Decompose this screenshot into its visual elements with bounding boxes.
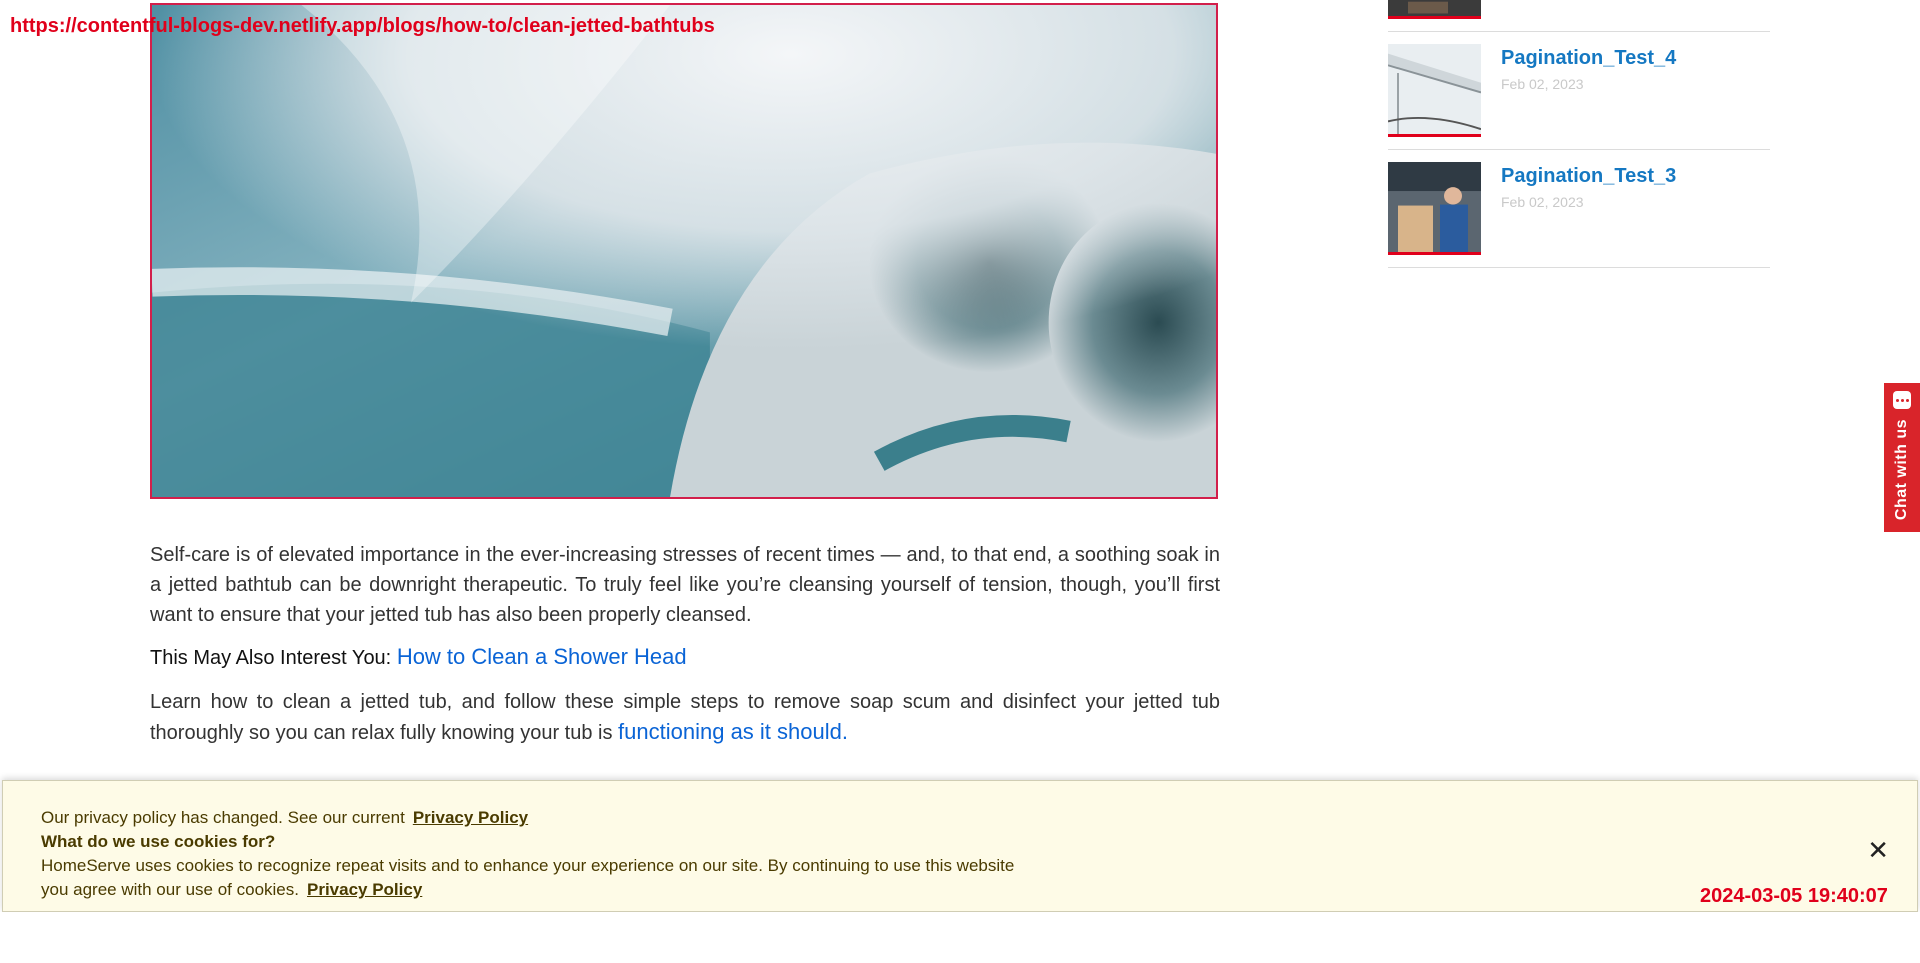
sidebar-post-item[interactable]: Pagination_Test_3 Feb 02, 2023 [1388,150,1770,268]
timestamp-overlay: 2024-03-05 19:40:07 [1700,885,1888,907]
chat-bubble-icon [1893,391,1911,409]
article-paragraph-intro: Self-care is of elevated importance in t… [150,544,1220,626]
cookie-heading: What do we use cookies for? [41,832,276,851]
post-title[interactable]: Pagination_Test_4 [1501,46,1676,70]
post-text: Pagination_Test_4 Feb 02, 2023 [1501,44,1676,92]
hero-image [150,3,1218,499]
related-posts-sidebar: Pagination_Test_4 Feb 02, 2023 Paginatio… [1388,0,1770,268]
article-body: Self-care is of elevated importance in t… [150,540,1220,760]
close-icon[interactable]: ✕ [1867,835,1889,866]
thumbnail-image [1388,0,1481,16]
chat-with-us-tab[interactable]: Chat with us [1884,383,1920,532]
post-thumbnail[interactable] [1388,162,1481,255]
cookie-description: HomeServe uses cookies to recognize repe… [41,854,1031,902]
cookie-description-text: HomeServe uses cookies to recognize repe… [41,856,1015,899]
jetted-tub-image [152,5,1216,497]
post-text: Pagination_Test_3 Feb 02, 2023 [1501,162,1676,210]
post-thumbnail[interactable] [1388,44,1481,137]
cookie-text: Our privacy policy has changed. See our … [41,806,1031,902]
cookie-policy-text: Our privacy policy has changed. See our … [41,808,405,827]
cookie-banner: Our privacy policy has changed. See our … [2,780,1918,912]
shower-head-link[interactable]: How to Clean a Shower Head [397,644,687,669]
sidebar-post-partial[interactable] [1388,0,1770,32]
functioning-link[interactable]: functioning as it should. [618,719,848,744]
sidebar-post-item[interactable]: Pagination_Test_4 Feb 02, 2023 [1388,32,1770,150]
privacy-policy-link-2[interactable]: Privacy Policy [307,880,422,899]
also-interest-label: This May Also Interest You: [150,647,392,669]
post-title[interactable]: Pagination_Test_3 [1501,164,1676,188]
post-date: Feb 02, 2023 [1501,76,1584,92]
page-bottom-area [0,912,1920,963]
url-overlay: https://contentful-blogs-dev.netlify.app… [10,15,715,37]
roof-gutter-image [1388,44,1481,134]
post-date: Feb 02, 2023 [1501,194,1584,210]
technician-image [1388,162,1481,252]
chat-label: Chat with us [1893,419,1910,521]
also-interest-line: This May Also Interest You: How to Clean… [150,642,1220,673]
privacy-policy-link[interactable]: Privacy Policy [413,808,528,827]
article-paragraph-steps: Learn how to clean a jetted tub, and fol… [150,687,1220,748]
cookie-line-policy: Our privacy policy has changed. See our … [41,806,1031,830]
post-thumbnail[interactable] [1388,0,1481,19]
